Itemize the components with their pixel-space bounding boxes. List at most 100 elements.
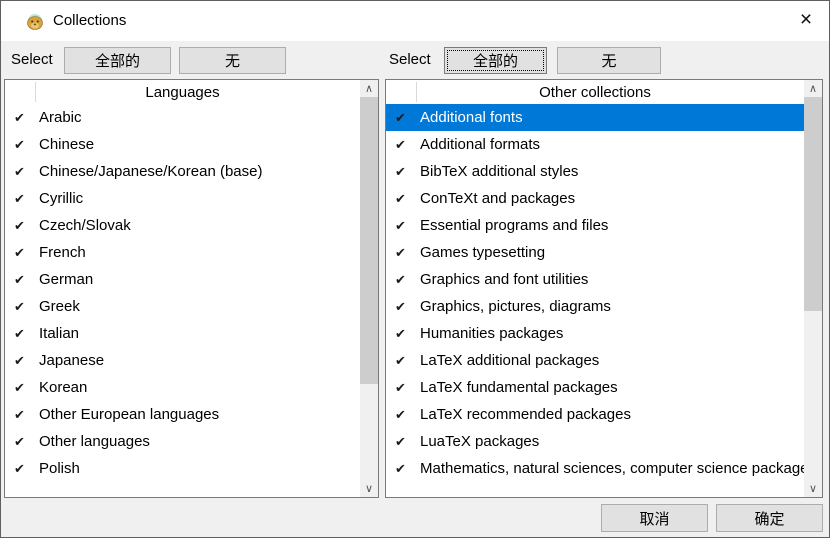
list-item[interactable]: ✔Essential programs and files — [386, 212, 804, 239]
list-item-label: Polish — [39, 460, 80, 477]
select-none-button-left[interactable]: 无 — [179, 47, 286, 74]
checkmark-icon: ✔ — [14, 137, 38, 153]
list-item[interactable]: ✔Cyrillic — [5, 185, 360, 212]
list-item[interactable]: ✔Italian — [5, 320, 360, 347]
list-item[interactable]: ✔Arabic — [5, 104, 360, 131]
checkmark-icon: ✔ — [395, 299, 419, 315]
close-icon[interactable]: × — [783, 1, 829, 41]
list-item[interactable]: ✔German — [5, 266, 360, 293]
other-collections-scrollbar[interactable]: ∧ ∨ — [804, 80, 822, 497]
list-item-label: Graphics and font utilities — [420, 271, 588, 288]
select-label-left: Select — [11, 46, 53, 73]
window-title: Collections — [53, 1, 126, 41]
scroll-down-icon[interactable]: ∨ — [360, 480, 378, 497]
list-item[interactable]: ✔LaTeX additional packages — [386, 347, 804, 374]
list-item[interactable]: ✔LaTeX fundamental packages — [386, 374, 804, 401]
checkmark-icon: ✔ — [395, 191, 419, 207]
scroll-up-icon[interactable]: ∧ — [804, 80, 822, 97]
scrollbar-track[interactable] — [360, 97, 378, 480]
other-collections-panel: Other collections ✔Additional fonts✔Addi… — [385, 79, 823, 498]
languages-rows: ✔Arabic✔Chinese✔Chinese/Japanese/Korean … — [5, 104, 360, 482]
list-item-label: LaTeX additional packages — [420, 352, 599, 369]
select-none-button-right[interactable]: 无 — [557, 47, 661, 74]
scrollbar-track[interactable] — [804, 97, 822, 480]
list-item[interactable]: ✔LuaTeX packages — [386, 428, 804, 455]
other-collections-rows: ✔Additional fonts✔Additional formats✔Bib… — [386, 104, 804, 482]
checkmark-icon: ✔ — [14, 299, 38, 315]
checkmark-icon: ✔ — [14, 434, 38, 450]
checkmark-icon: ✔ — [14, 164, 38, 180]
list-item-label: French — [39, 244, 86, 261]
list-item[interactable]: ✔Additional fonts — [386, 104, 804, 131]
header-column-separator — [416, 82, 417, 102]
list-item-label: Greek — [39, 298, 80, 315]
checkmark-icon: ✔ — [395, 434, 419, 450]
list-item[interactable]: ✔BibTeX additional styles — [386, 158, 804, 185]
scroll-down-icon[interactable]: ∨ — [804, 480, 822, 497]
scroll-up-icon[interactable]: ∧ — [360, 80, 378, 97]
languages-header-label: Languages — [5, 84, 360, 101]
list-item-label: German — [39, 271, 93, 288]
list-item[interactable]: ✔Games typesetting — [386, 239, 804, 266]
list-item-label: Humanities packages — [420, 325, 563, 342]
list-item-label: Mathematics, natural sciences, computer … — [420, 460, 804, 477]
list-item[interactable]: ✔French — [5, 239, 360, 266]
checkmark-icon: ✔ — [14, 326, 38, 342]
list-item-label: Additional formats — [420, 136, 540, 153]
list-item[interactable]: ✔Mathematics, natural sciences, computer… — [386, 455, 804, 482]
languages-list: Languages ✔Arabic✔Chinese✔Chinese/Japane… — [5, 80, 360, 497]
list-item[interactable]: ✔Additional formats — [386, 131, 804, 158]
list-item-label: LuaTeX packages — [420, 433, 539, 450]
list-item[interactable]: ✔Chinese/Japanese/Korean (base) — [5, 158, 360, 185]
checkmark-icon: ✔ — [14, 353, 38, 369]
checkmark-icon: ✔ — [395, 407, 419, 423]
list-item[interactable]: ✔Polish — [5, 455, 360, 482]
list-item[interactable]: ✔ConTeXt and packages — [386, 185, 804, 212]
select-all-button-right[interactable]: 全部的 — [444, 47, 547, 74]
other-collections-list: Other collections ✔Additional fonts✔Addi… — [386, 80, 804, 497]
list-item[interactable]: ✔LaTeX recommended packages — [386, 401, 804, 428]
list-item[interactable]: ✔Chinese — [5, 131, 360, 158]
app-icon — [25, 11, 45, 31]
checkmark-icon: ✔ — [395, 164, 419, 180]
languages-panel: Languages ✔Arabic✔Chinese✔Chinese/Japane… — [4, 79, 379, 498]
list-item-label: Korean — [39, 379, 87, 396]
list-item-label: Japanese — [39, 352, 104, 369]
select-label-right: Select — [389, 46, 431, 73]
list-item[interactable]: ✔Japanese — [5, 347, 360, 374]
checkmark-icon: ✔ — [395, 110, 419, 126]
checkmark-icon: ✔ — [14, 380, 38, 396]
list-item[interactable]: ✔Graphics, pictures, diagrams — [386, 293, 804, 320]
scrollbar-thumb[interactable] — [804, 97, 822, 311]
checkmark-icon: ✔ — [14, 218, 38, 234]
scrollbar-thumb[interactable] — [360, 97, 378, 384]
ok-button[interactable]: 确定 — [716, 504, 823, 532]
list-item-label: Games typesetting — [420, 244, 545, 261]
list-item[interactable]: ✔Korean — [5, 374, 360, 401]
checkmark-icon: ✔ — [395, 326, 419, 342]
list-item-label: LaTeX fundamental packages — [420, 379, 618, 396]
checkmark-icon: ✔ — [14, 461, 38, 477]
checkmark-icon: ✔ — [14, 407, 38, 423]
list-item[interactable]: ✔Czech/Slovak — [5, 212, 360, 239]
checkmark-icon: ✔ — [14, 272, 38, 288]
header-column-separator — [35, 82, 36, 102]
list-item[interactable]: ✔Humanities packages — [386, 320, 804, 347]
languages-scrollbar[interactable]: ∧ ∨ — [360, 80, 378, 497]
checkmark-icon: ✔ — [395, 353, 419, 369]
list-item-label: LaTeX recommended packages — [420, 406, 631, 423]
list-item-label: BibTeX additional styles — [420, 163, 578, 180]
checkmark-icon: ✔ — [14, 110, 38, 126]
list-item-label: Cyrillic — [39, 190, 83, 207]
checkmark-icon: ✔ — [395, 245, 419, 261]
list-item-label: Additional fonts — [420, 109, 523, 126]
list-item[interactable]: ✔Other European languages — [5, 401, 360, 428]
list-item[interactable]: ✔Graphics and font utilities — [386, 266, 804, 293]
select-all-button-left[interactable]: 全部的 — [64, 47, 171, 74]
cancel-button[interactable]: 取消 — [601, 504, 708, 532]
list-item-label: ConTeXt and packages — [420, 190, 575, 207]
title-bar: Collections × — [1, 1, 829, 41]
list-item[interactable]: ✔Greek — [5, 293, 360, 320]
list-item[interactable]: ✔Other languages — [5, 428, 360, 455]
checkmark-icon: ✔ — [395, 380, 419, 396]
